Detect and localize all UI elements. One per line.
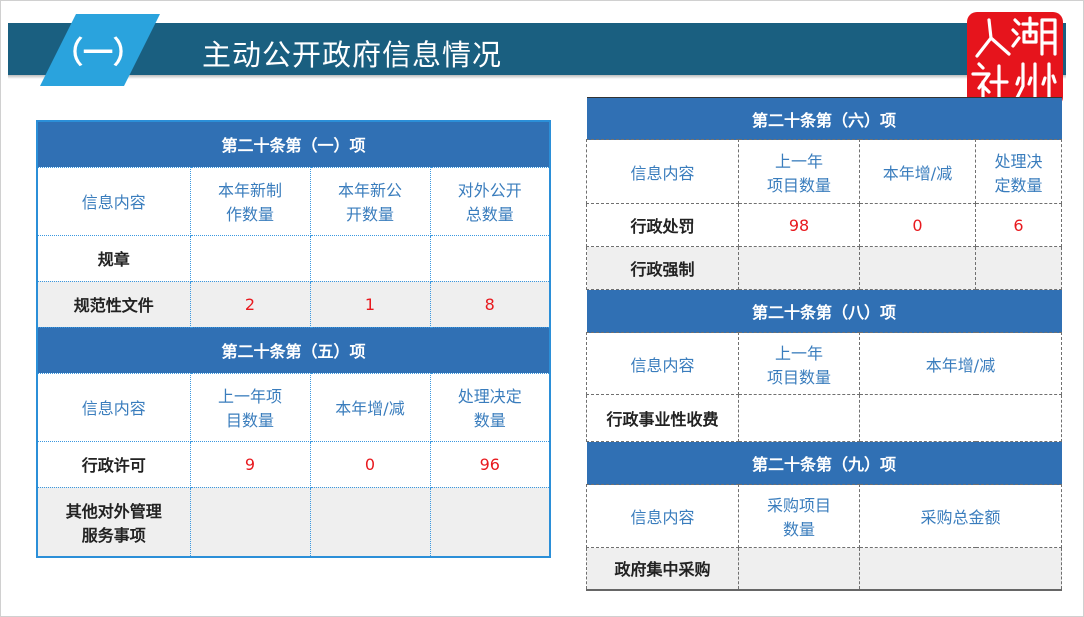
table-left: 第二十条第（一）项 信息内容 本年新制 作数量 本年新公 开数量 对外公开 总数… <box>36 120 552 558</box>
cell-value: 8 <box>429 280 551 328</box>
col-header-prev-year-items-label: 上一年项 目数量 <box>217 387 282 430</box>
cell-value <box>858 547 1063 590</box>
col-header-new-made: 本年新制 作数量 <box>189 166 311 236</box>
col-header-prev-year-items: 上一年 项目数量 <box>738 139 860 204</box>
cell-value: 1 <box>309 280 431 328</box>
cell-value: 96 <box>429 440 551 488</box>
col-header-prev-year-items: 上一年 项目数量 <box>738 332 860 395</box>
col-header-new-published: 本年新公 开数量 <box>309 166 431 236</box>
col-header-decisions: 处理决定 数量 <box>429 372 551 442</box>
col-header-purchase-total: 采购总金额 <box>858 484 1063 548</box>
section-number: （一） <box>53 36 143 71</box>
col-header-info: 信息内容 <box>586 484 739 548</box>
col-header-decisions-label: 处理决 定数量 <box>994 151 1043 195</box>
col-header-info: 信息内容 <box>36 166 191 236</box>
section-header-20-1: 第二十条第（一）项 <box>37 121 551 167</box>
cell-value <box>858 394 1063 442</box>
cell-value <box>189 234 311 282</box>
renshe-huzhou-seal-logo <box>967 12 1063 107</box>
row-label: 规范性文件 <box>36 280 191 328</box>
cell-value: 6 <box>974 203 1063 247</box>
cell-value <box>429 486 551 558</box>
table-row: 行政处罚 98 0 6 <box>586 203 1063 247</box>
section-header-20-9: 第二十条第（九）项 <box>586 441 1062 485</box>
cell-value <box>309 234 431 282</box>
col-header-info: 信息内容 <box>36 372 191 442</box>
cell-value <box>429 234 551 282</box>
col-header-purchase-items: 采购项目 数量 <box>738 484 860 548</box>
col-header-decisions: 处理决 定数量 <box>974 139 1063 204</box>
page-title: 主动公开政府信息情况 <box>202 38 503 72</box>
col-header-purchase-items-label: 采购项目 数量 <box>766 496 831 539</box>
cell-value <box>738 246 860 290</box>
section-header-20-6: 第二十条第（六）项 <box>586 97 1062 140</box>
cell-value: 0 <box>859 203 976 247</box>
col-header-total-published: 对外公开 总数量 <box>429 166 551 236</box>
row-label: 行政处罚 <box>586 203 739 247</box>
col-header-prev-year-items: 上一年项 目数量 <box>189 372 311 442</box>
cell-value: 0 <box>309 440 431 488</box>
row-label: 政府集中采购 <box>586 547 739 590</box>
col-header-info: 信息内容 <box>586 332 739 395</box>
cell-value: 98 <box>738 203 860 247</box>
cell-value: 9 <box>189 440 311 488</box>
title-bar <box>8 23 1066 75</box>
table-right: 第二十条第（六）项 信息内容 上一年 项目数量 本年增/减 处理决 定数量 行政… <box>586 97 1063 591</box>
col-header-change: 本年增/减 <box>309 372 431 442</box>
col-header-change: 本年增/减 <box>858 332 1063 395</box>
cell-value: 2 <box>189 280 311 328</box>
table-row: 规章 <box>36 234 551 282</box>
col-header-prev-year-items-label: 上一年 项目数量 <box>766 151 831 195</box>
col-header-new-made-label: 本年新制 作数量 <box>217 181 282 224</box>
cell-value <box>738 394 860 442</box>
row-label: 行政强制 <box>586 246 739 290</box>
col-header-new-published-label: 本年新公 开数量 <box>337 181 402 224</box>
table-row: 行政强制 <box>586 246 1063 290</box>
logo-glyphs <box>971 16 1057 104</box>
col-header-total-published-label: 对外公开 总数量 <box>457 181 522 224</box>
col-header-decisions-label: 处理决定 数量 <box>457 387 522 430</box>
cell-value <box>859 246 976 290</box>
table-row: 规范性文件 2 1 8 <box>36 280 551 328</box>
cell-value <box>189 486 311 558</box>
section-header-20-5: 第二十条第（五）项 <box>37 327 551 373</box>
row-label: 其他对外管理 服务事项 <box>36 486 191 558</box>
table-row: 政府集中采购 <box>586 547 1063 590</box>
section-header-20-8: 第二十条第（八）项 <box>586 289 1062 333</box>
table-row: 行政事业性收费 <box>586 394 1063 442</box>
table-row: 其他对外管理 服务事项 <box>36 486 551 558</box>
col-header-prev-year-items-label: 上一年 项目数量 <box>766 343 831 387</box>
row-label: 行政许可 <box>36 440 191 488</box>
row-label-text: 其他对外管理 服务事项 <box>65 501 162 545</box>
table-row: 行政许可 9 0 96 <box>36 440 551 488</box>
cell-value <box>309 486 431 558</box>
row-label: 行政事业性收费 <box>586 394 739 442</box>
title-bar-shadow <box>8 75 1066 79</box>
cell-value <box>974 246 1063 290</box>
col-header-info: 信息内容 <box>586 139 739 204</box>
cell-value <box>738 547 860 590</box>
row-label: 规章 <box>36 234 191 282</box>
col-header-change: 本年增/减 <box>859 139 976 204</box>
